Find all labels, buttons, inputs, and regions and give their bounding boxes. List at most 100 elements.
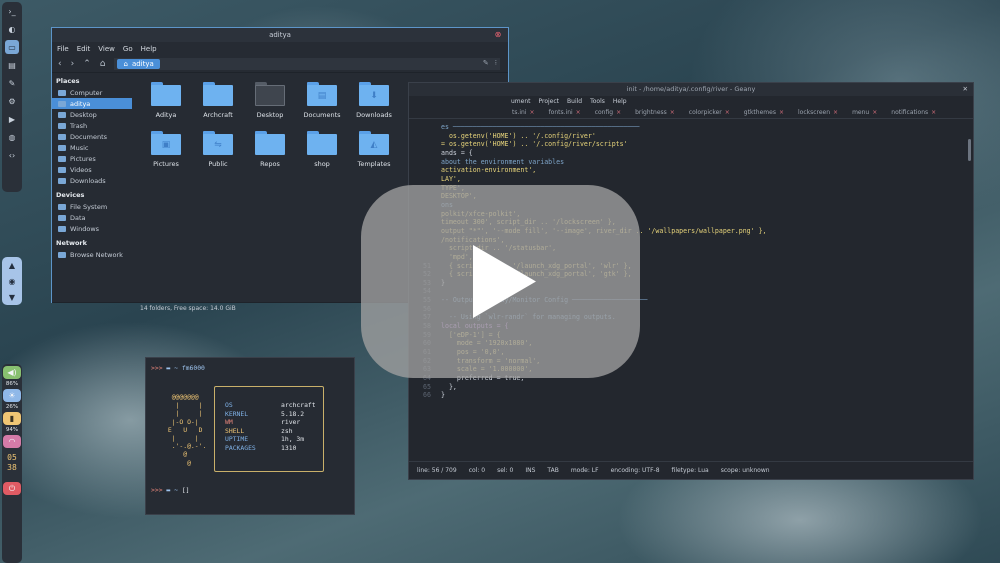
editor-menu-item[interactable]: Tools [590,98,605,105]
sidebar-item-pictures[interactable]: Pictures [52,153,132,164]
menu-item-go[interactable]: Go [123,45,133,53]
code-icon[interactable]: ‹› [5,148,19,162]
path-button[interactable]: ⌂ aditya [117,58,160,69]
close-tab-icon[interactable]: × [616,109,621,116]
folder-archcraft[interactable]: Archcraft [192,79,244,128]
folder-icon [58,111,66,118]
editor-icon[interactable]: ▤ [5,58,19,72]
sidebar-item-documents[interactable]: Documents [52,131,132,142]
folder-downloads[interactable]: ⬇ Downloads [348,79,400,128]
editor-tab[interactable]: menu × [845,109,884,116]
sidebar-item-trash[interactable]: Trash [52,120,132,131]
volume-icon: ◀) [7,368,17,377]
sidebar-item-videos[interactable]: Videos [52,164,132,175]
location-bar[interactable]: ⌂ aditya ✎ ⁝ [114,57,500,70]
file-manager-titlebar[interactable]: aditya ⊗ [52,28,508,42]
github-icon[interactable]: ◍ [5,130,19,144]
menu-item-help[interactable]: Help [141,45,157,53]
folder-repos[interactable]: Repos [244,128,296,177]
ascii-art: @@@@@@@ | | | | |-O O-| E U D | | .'-.@.… [167,393,207,467]
menu-item-view[interactable]: View [98,45,115,53]
folder-emblem: ◭ [359,134,389,155]
info-key: UPTIME [225,435,249,444]
editor-tab[interactable]: lockscreen × [791,109,845,116]
folder-public[interactable]: ⇋ Public [192,128,244,177]
power-button[interactable]: ⏻ [3,482,21,495]
sidebar-item-aditya[interactable]: aditya [52,98,132,109]
folder-shop[interactable]: shop [296,128,348,177]
youtube-icon[interactable]: ▶ [5,112,19,126]
line-number [409,166,437,175]
sidebar-item-browse-network[interactable]: Browse Network [52,249,132,260]
editor-tab[interactable]: gtkthemes × [737,109,791,116]
sidebar-item-computer[interactable]: Computer [52,87,132,98]
folder-pictures[interactable]: ▣ Pictures [140,128,192,177]
next-icon[interactable]: ▼ [5,291,19,303]
editor-tab[interactable]: ts.ini × [505,109,542,116]
close-tab-icon[interactable]: × [725,109,730,116]
previous-icon[interactable]: ▲ [5,259,19,271]
editor-menu-item[interactable]: ument [511,98,531,105]
folder-label: Pictures [153,160,179,168]
editor-titlebar[interactable]: init - /home/aditya/.config/river - Gean… [409,83,973,96]
gear-icon[interactable]: ⚙ [5,94,19,108]
close-tab-icon[interactable]: × [931,109,936,116]
sidebar-item-windows[interactable]: Windows [52,223,132,234]
terminal-window[interactable]: >>> ▬ ~ fm6000 @@@@@@@ | | | | |-O O-| E… [145,357,355,515]
sidebar-item-data[interactable]: Data [52,212,132,223]
firefox-icon[interactable]: ◐ [5,22,19,36]
files-icon[interactable]: ▭ [5,40,19,54]
editor-statusbar: line: 56 / 709 col: 0 sel: 0 INS TAB mode: LF… [409,461,973,479]
editor-menu-item[interactable]: Project [539,98,560,105]
sidebar-item-downloads[interactable]: Downloads [52,175,132,186]
folder-icon [58,166,66,173]
sidebar-item-label: Documents [70,132,108,141]
folder-templates[interactable]: ◭ Templates [348,128,400,177]
editor-tab[interactable]: fonts.ini × [542,109,588,116]
tab-label: brightness [635,109,667,116]
folder-icon [58,155,66,162]
menu-item-file[interactable]: File [57,45,69,53]
line-number [409,175,437,184]
battery-icon: ▮ [9,414,15,423]
forward-icon[interactable]: › [71,59,75,69]
brightness-level: 26% [5,404,19,410]
sidebar-item-desktop[interactable]: Desktop [52,109,132,120]
close-tab-icon[interactable]: × [833,109,838,116]
volume-widget[interactable]: ◀) [3,366,21,379]
edit-path-icon[interactable]: ✎ [483,59,489,67]
editor-tab[interactable]: brightness × [628,109,682,116]
editor-tab[interactable]: config × [588,109,628,116]
editor-menu-item[interactable]: Build [567,98,582,105]
folder-aditya[interactable]: Aditya [140,79,192,128]
terminal-icon[interactable]: ›_ [5,4,19,18]
menu-item-edit[interactable]: Edit [77,45,91,53]
editor-menu-item[interactable]: Help [613,98,627,105]
tab-label: menu [852,109,870,116]
sidebar-item-file-system[interactable]: File System [52,201,132,212]
editor-tab[interactable]: colorpicker × [682,109,737,116]
close-tab-icon[interactable]: × [872,109,877,116]
close-tab-icon[interactable]: × [530,109,535,116]
sidebar-item-music[interactable]: Music [52,142,132,153]
close-icon[interactable]: ⊗ [494,31,502,39]
network-widget[interactable]: ◠ [3,435,21,448]
editor-tab[interactable]: notifications × [884,109,943,116]
up-icon[interactable]: ⌃ [83,59,91,69]
editor-scrollbar[interactable] [968,139,971,161]
back-icon[interactable]: ‹ [58,59,62,69]
folder-documents[interactable]: ▤ Documents [296,79,348,128]
close-tab-icon[interactable]: × [779,109,784,116]
battery-widget[interactable]: ▮ [3,412,21,425]
home-icon[interactable]: ⌂ [100,59,106,69]
status-field: line: 56 / 709 [417,467,457,474]
brush-icon[interactable]: ✎ [5,76,19,90]
bookmark-icon[interactable]: ⁝ [495,59,497,67]
close-icon[interactable]: ✕ [963,83,968,96]
video-play-overlay[interactable] [361,185,640,378]
close-tab-icon[interactable]: × [670,109,675,116]
play-pause-icon[interactable]: ◉ [5,275,19,287]
brightness-widget[interactable]: ☀ [3,389,21,402]
close-tab-icon[interactable]: × [576,109,581,116]
folder-desktop[interactable]: Desktop [244,79,296,128]
